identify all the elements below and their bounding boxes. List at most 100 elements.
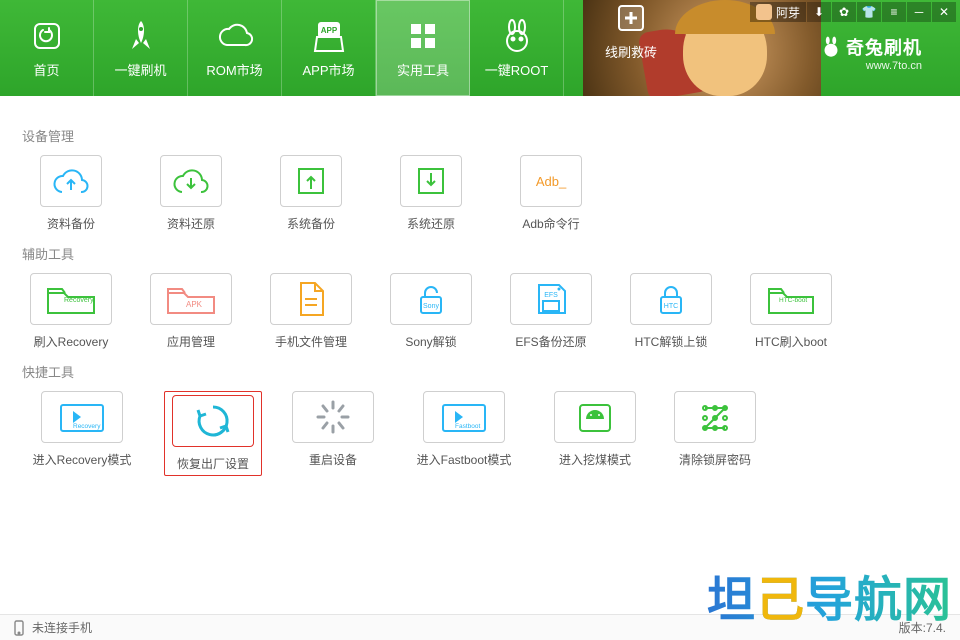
tool-enter-miner[interactable]: 进入挖煤模式 <box>546 391 644 476</box>
window-titlebar: 阿芽 ⬇ ✿ 👕 ≡ ─ ✕ <box>750 2 956 22</box>
file-icon <box>291 279 331 319</box>
disk-efs-icon: EFS <box>531 279 571 319</box>
phone-icon <box>14 620 24 636</box>
nav-one-key-flash[interactable]: 一键刷机 <box>94 0 188 96</box>
user-name: 阿芽 <box>776 4 800 21</box>
app-bag-icon: APP <box>313 18 345 54</box>
assist-row: Recovery 刷入Recovery APK 应用管理 手机文件管理 Sony… <box>22 273 938 350</box>
pattern-icon <box>694 397 736 437</box>
tool-label: Adb命令行 <box>522 215 579 232</box>
tool-label: 恢复出厂设置 <box>177 455 249 472</box>
recovery-folder-icon: Recovery <box>42 279 100 319</box>
box-up-icon <box>293 163 329 199</box>
nav-label: 首页 <box>33 60 59 79</box>
cloud-download-icon <box>170 166 212 196</box>
shirt-icon[interactable]: 👕 <box>857 2 881 22</box>
nav-label: 一键刷机 <box>114 60 166 79</box>
tool-factory-reset[interactable]: 恢复出厂设置 <box>164 391 262 476</box>
tool-enter-fastboot[interactable]: Fastboot 进入Fastboot模式 <box>404 391 524 476</box>
tool-backup[interactable]: 资料备份 <box>22 155 120 232</box>
tool-reboot[interactable]: 重启设备 <box>284 391 382 476</box>
menu-icon[interactable]: ≡ <box>882 2 906 22</box>
adb-text-icon: Adb_ <box>536 174 566 189</box>
svg-text:HTC: HTC <box>664 303 678 310</box>
tool-label: 系统还原 <box>407 215 455 232</box>
htc-boot-folder-icon: HTC-boot <box>763 279 819 319</box>
tool-label: Sony解锁 <box>405 333 456 350</box>
tool-restore[interactable]: 资料还原 <box>142 155 240 232</box>
minimize-icon[interactable]: ─ <box>907 2 931 22</box>
apk-folder-icon: APK <box>162 279 220 319</box>
tool-efs-backup[interactable]: EFS EFS备份还原 <box>502 273 600 350</box>
nav-app-market[interactable]: APP APP市场 <box>282 0 376 96</box>
refresh-icon <box>32 18 62 54</box>
tool-label: 进入挖煤模式 <box>559 451 631 468</box>
nav-line-flash[interactable]: 线刷救砖 <box>584 0 678 61</box>
svg-text:EFS: EFS <box>544 292 558 299</box>
nav-label: 一键ROOT <box>485 60 549 79</box>
avatar <box>756 4 772 20</box>
tool-label: 清除锁屏密码 <box>679 451 751 468</box>
tool-flash-recovery[interactable]: Recovery 刷入Recovery <box>22 273 120 350</box>
tool-label: 资料备份 <box>47 215 95 232</box>
tool-file-manage[interactable]: 手机文件管理 <box>262 273 360 350</box>
nav-tools[interactable]: 实用工具 <box>376 0 470 96</box>
nav-one-key-root[interactable]: 一键ROOT <box>470 0 564 96</box>
nav-label: APP市场 <box>302 60 354 79</box>
tool-clear-lock[interactable]: 清除锁屏密码 <box>666 391 764 476</box>
tool-label: 应用管理 <box>167 333 215 350</box>
box-down-icon <box>413 163 449 199</box>
lock-sony-icon: Sony <box>411 279 451 319</box>
tool-sony-unlock[interactable]: Sony Sony解锁 <box>382 273 480 350</box>
cloud-icon <box>216 18 254 54</box>
spinner-icon <box>312 396 354 438</box>
brand-url: www.7to.cn <box>820 60 922 72</box>
content-area: 设备管理 资料备份 资料还原 系统备份 系统还原 Adb_ Adb命令行 辅助工… <box>0 96 960 614</box>
tool-htc-unlock[interactable]: HTC HTC解锁上锁 <box>622 273 720 350</box>
tool-label: HTC刷入boot <box>755 333 827 350</box>
tool-sys-backup[interactable]: 系统备份 <box>262 155 360 232</box>
recovery-arrow-icon: Recovery <box>53 397 111 437</box>
svg-text:HTC-boot: HTC-boot <box>779 297 807 304</box>
device-row: 资料备份 资料还原 系统备份 系统还原 Adb_ Adb命令行 <box>22 155 938 232</box>
close-icon[interactable]: ✕ <box>932 2 956 22</box>
tool-sys-restore[interactable]: 系统还原 <box>382 155 480 232</box>
android-icon <box>574 397 616 437</box>
nav-label: 线刷救砖 <box>605 42 657 61</box>
tool-label: HTC解锁上锁 <box>635 333 708 350</box>
cloud-upload-icon <box>50 166 92 196</box>
tool-app-manage[interactable]: APK 应用管理 <box>142 273 240 350</box>
fastboot-icon: Fastboot <box>435 397 493 437</box>
sync-icon <box>192 400 234 442</box>
user-chip[interactable]: 阿芽 <box>750 2 806 22</box>
svg-text:APK: APK <box>186 300 203 309</box>
tool-label: EFS备份还原 <box>515 333 586 350</box>
tool-label: 重启设备 <box>309 451 357 468</box>
tool-label: 刷入Recovery <box>34 333 109 350</box>
skin-icon[interactable]: ✿ <box>832 2 856 22</box>
section-title-quick: 快捷工具 <box>22 362 938 381</box>
nav-home[interactable]: 首页 <box>0 0 94 96</box>
tool-label: 进入Fastboot模式 <box>417 451 512 468</box>
status-bar: 未连接手机 版本:7.4. <box>0 614 960 640</box>
version-text: 版本:7.4. <box>899 619 946 636</box>
app-header: 首页 一键刷机 ROM市场 APP APP市场 实用工具 一键ROOT 线刷救 <box>0 0 960 96</box>
download-icon[interactable]: ⬇ <box>807 2 831 22</box>
lock-htc-icon: HTC <box>651 279 691 319</box>
quick-row: Recovery 进入Recovery模式 恢复出厂设置 重启设备 Fastbo… <box>22 391 938 476</box>
tool-label: 系统备份 <box>287 215 335 232</box>
status-text: 未连接手机 <box>32 619 92 636</box>
rabbit-icon <box>502 18 532 54</box>
nav-rom-market[interactable]: ROM市场 <box>188 0 282 96</box>
tool-adb[interactable]: Adb_ Adb命令行 <box>502 155 600 232</box>
tool-enter-recovery[interactable]: Recovery 进入Recovery模式 <box>22 391 142 476</box>
tool-htc-boot[interactable]: HTC-boot HTC刷入boot <box>742 273 840 350</box>
svg-text:Recovery: Recovery <box>73 423 101 430</box>
tool-label: 资料还原 <box>167 215 215 232</box>
section-title-assist: 辅助工具 <box>22 244 938 263</box>
svg-text:Recovery: Recovery <box>64 297 94 304</box>
nav-label: 实用工具 <box>397 60 449 79</box>
plus-grid-icon <box>616 0 646 36</box>
brand-block: 奇兔刷机 www.7to.cn <box>820 34 922 72</box>
tool-label: 手机文件管理 <box>275 333 347 350</box>
